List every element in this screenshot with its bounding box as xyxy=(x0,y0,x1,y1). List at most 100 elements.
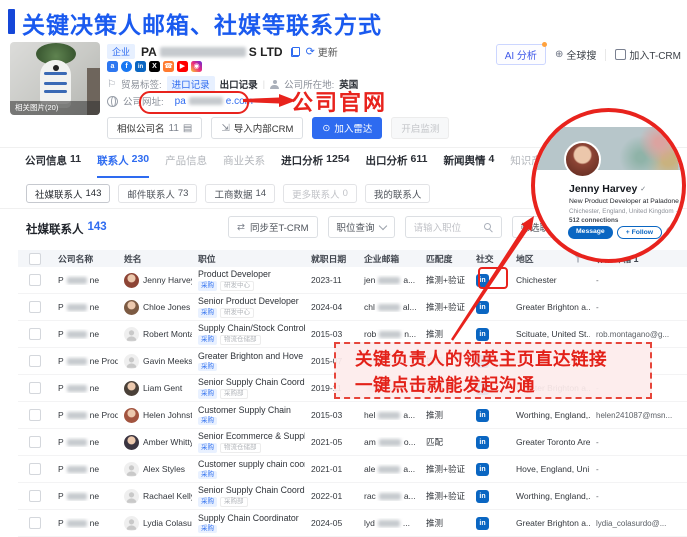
linkedin-icon[interactable]: in xyxy=(476,490,489,503)
message-button[interactable]: Message xyxy=(568,226,613,239)
tab-4[interactable]: 商业关系 xyxy=(223,153,265,176)
youtube-icon[interactable]: ▶ xyxy=(177,61,188,72)
hire-date-cell: 2021-01 xyxy=(305,464,358,474)
instagram-icon[interactable]: ◉ xyxy=(191,61,202,72)
tab-2[interactable]: 联系人230 xyxy=(97,153,149,178)
hire-date-cell: 2015-03 xyxy=(305,329,358,339)
avatar xyxy=(124,408,139,423)
company-cell: Pne xyxy=(52,518,118,528)
redacted-text xyxy=(379,331,401,338)
row-checkbox[interactable] xyxy=(29,436,41,448)
linkedin-icon[interactable]: in xyxy=(476,328,489,341)
column-header: 匹配度 xyxy=(420,252,470,265)
redacted-text xyxy=(67,277,87,284)
contact-name[interactable]: Lydia Colasurdo xyxy=(143,518,192,528)
refresh-button[interactable]: ⟳ 更新 xyxy=(306,44,338,59)
join-radar-button[interactable]: ⊙ 加入雷达 xyxy=(312,117,382,139)
email-cell: jena... xyxy=(358,275,420,285)
company-name: PA S LTD xyxy=(141,45,283,59)
position-cell: Senior Ecommerce & Supply Cha...采购物流仓储部 xyxy=(192,431,305,452)
contact-info-link[interactable]: Contact info xyxy=(679,208,686,215)
more-button[interactable]: More xyxy=(666,226,686,239)
profile-name: Jenny Harvey ✓ xyxy=(569,183,646,195)
company-photo[interactable]: 相关图片(20) xyxy=(10,42,100,115)
similar-company-button[interactable]: 相似公司名 11 ▤ xyxy=(107,117,202,139)
import-record-tag[interactable]: 进口记录 xyxy=(167,76,215,92)
contact-name[interactable]: Liam Gent xyxy=(143,383,182,393)
redacted-text xyxy=(67,385,87,392)
table-row: PneAlex StylesCustomer supply chain coor… xyxy=(18,456,687,483)
search-icon[interactable] xyxy=(484,223,493,232)
contact-name[interactable]: Chloe Jones xyxy=(143,302,190,312)
row-checkbox[interactable] xyxy=(29,301,41,313)
section-title: 社媒联系人 143 xyxy=(26,221,107,237)
profile-banner xyxy=(535,127,682,170)
contact-name[interactable]: Alex Styles xyxy=(143,464,185,474)
linkedin-icon[interactable]: in xyxy=(476,463,489,476)
tab-3[interactable]: 产品信息 xyxy=(165,153,207,176)
join-tcrm-button[interactable]: 加入T-CRM xyxy=(615,47,681,62)
copy-icon[interactable] xyxy=(291,47,300,57)
linkedin-icon[interactable]: in xyxy=(476,301,489,314)
dept-tag: 采购部 xyxy=(220,389,248,398)
x-twitter-icon[interactable]: X xyxy=(149,61,160,72)
contact-name[interactable]: Robert Monta... xyxy=(143,329,192,339)
sync-tcrm-button[interactable]: ⇄ 同步至T-CRM xyxy=(228,216,318,238)
match-cell: 推测+验证 xyxy=(420,490,470,502)
tab-5[interactable]: 进口分析1254 xyxy=(281,153,349,176)
linkedin-icon[interactable]: in xyxy=(476,436,489,449)
ai-analysis-button[interactable]: AI 分析 xyxy=(496,44,546,65)
contact-name[interactable]: Jenny Harvey xyxy=(143,275,192,285)
table-row: Pne Produc...Helen JohnstoneCustomer Sup… xyxy=(18,402,687,429)
name-cell: Amber Whitty xyxy=(118,435,192,450)
doc-icon: ▤ xyxy=(183,123,192,134)
company-cell: Pne xyxy=(52,302,118,312)
import-crm-button[interactable]: ⇲ 导入内部CRM xyxy=(211,117,303,139)
tab-6[interactable]: 出口分析611 xyxy=(366,153,428,176)
row-checkbox[interactable] xyxy=(29,382,41,394)
note-line2: 一键点击就能发起沟通 xyxy=(355,372,650,398)
contact-name[interactable]: Gavin Meeks xyxy=(143,356,192,366)
redacted-text xyxy=(378,304,400,311)
global-search-button[interactable]: ⊕ 全球搜 xyxy=(555,47,596,62)
position-cell: Customer Supply Chain采购 xyxy=(192,405,305,425)
tab-1[interactable]: 公司信息11 xyxy=(25,153,81,176)
tab-7[interactable]: 新闻舆情4 xyxy=(443,153,494,176)
extra-email-cell: - xyxy=(590,465,687,474)
linkedin-icon[interactable]: in xyxy=(476,409,489,422)
row-checkbox[interactable] xyxy=(29,517,41,529)
follow-button[interactable]: + Follow xyxy=(617,226,662,239)
profile-location: Chichester, England, United Kingdom · Co… xyxy=(569,208,686,215)
contact-name[interactable]: Helen Johnstone xyxy=(143,410,192,420)
pill-4[interactable]: 更多联系人0 xyxy=(283,184,357,203)
facebook-icon[interactable]: f xyxy=(121,61,132,72)
linkedin-icon[interactable]: in xyxy=(135,61,146,72)
company-cell: Pne xyxy=(52,464,118,474)
select-all-checkbox[interactable] xyxy=(29,253,41,265)
globe-icon xyxy=(107,96,118,107)
dept-tag: 物流仓储部 xyxy=(220,335,261,344)
pill-5[interactable]: 我的联系人 xyxy=(365,184,431,203)
name-cell: Helen Johnstone xyxy=(118,408,192,423)
pill-1[interactable]: 社媒联系人143 xyxy=(26,184,110,203)
pill-3[interactable]: 工商数据14 xyxy=(205,184,275,203)
row-checkbox[interactable] xyxy=(29,274,41,286)
pill-2[interactable]: 邮件联系人73 xyxy=(118,184,197,203)
position-dropdown[interactable]: 职位查询 xyxy=(328,216,395,238)
position-search-input[interactable]: 请输入职位 xyxy=(405,216,502,238)
amazon-icon[interactable]: a xyxy=(107,61,118,72)
dept-tag: 物流仓储部 xyxy=(220,443,261,452)
contact-name[interactable]: Rachael Kelly xyxy=(143,491,192,501)
row-checkbox[interactable] xyxy=(29,328,41,340)
row-checkbox[interactable] xyxy=(29,409,41,421)
social-cell: in xyxy=(470,409,510,422)
row-checkbox[interactable] xyxy=(29,355,41,367)
row-checkbox[interactable] xyxy=(29,490,41,502)
row-checkbox[interactable] xyxy=(29,463,41,475)
export-record-tag[interactable]: 出口记录 xyxy=(220,77,258,91)
contact-name[interactable]: Amber Whitty xyxy=(143,437,192,447)
region-cell: Greater Brighton a... xyxy=(510,302,590,312)
linkedin-icon[interactable]: in xyxy=(476,517,489,530)
phone-icon[interactable]: ☎ xyxy=(163,61,174,72)
start-monitor-button[interactable]: 开启监测 xyxy=(391,117,449,139)
